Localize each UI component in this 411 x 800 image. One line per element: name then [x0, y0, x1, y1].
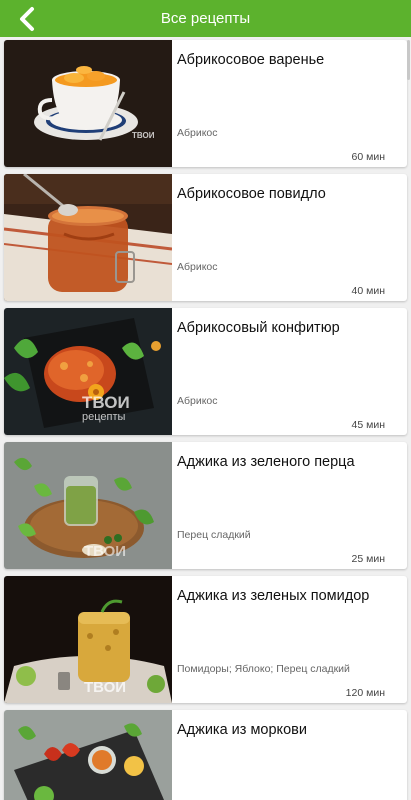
- recipe-card[interactable]: Абрикосовое повидло Абрикос 40 мин: [4, 174, 407, 301]
- recipe-title: Аджика из зеленых помидор: [177, 588, 370, 604]
- recipe-time: 25 мин: [351, 553, 385, 565]
- recipe-card[interactable]: ТВОИ рецепты Абрикосовый конфитюр Абрико…: [4, 308, 407, 435]
- recipe-time: 60 мин: [351, 151, 385, 163]
- recipe-ingredients: Перец сладкий: [177, 529, 251, 541]
- recipe-title: Аджика из моркови: [177, 722, 307, 738]
- watermark: ТВОИ: [132, 131, 155, 140]
- watermark-subtitle: рецепты: [82, 411, 126, 423]
- watermark: ТВОИ: [84, 543, 127, 560]
- watermark: ТВОИ: [84, 679, 127, 696]
- recipe-card[interactable]: Аджика из моркови: [4, 710, 407, 800]
- recipe-thumbnail: ТВОИ: [4, 442, 172, 569]
- recipe-thumbnail: [4, 710, 172, 800]
- recipe-time: 40 мин: [351, 285, 385, 297]
- recipe-card[interactable]: ТВОИ Аджика из зеленого перца Перец слад…: [4, 442, 407, 569]
- back-button[interactable]: [12, 4, 42, 34]
- recipe-list[interactable]: ТВОИ Абрикосовое варенье Абрикос 60 мин: [0, 37, 411, 800]
- recipe-time: 45 мин: [351, 419, 385, 431]
- recipe-thumbnail: [4, 174, 172, 301]
- page-title: Все рецепты: [160, 10, 251, 27]
- recipe-time: 120 мин: [345, 687, 385, 699]
- app-bar: Все рецепты: [0, 0, 411, 37]
- scrollbar[interactable]: [407, 40, 410, 80]
- recipe-title: Абрикосовое повидло: [177, 186, 326, 202]
- recipe-ingredients: Помидоры; Яблоко; Перец сладкий: [177, 663, 350, 675]
- recipe-card[interactable]: ТВОИ Аджика из зеленых помидор Помидоры;…: [4, 576, 407, 703]
- recipe-title: Абрикосовый конфитюр: [177, 320, 340, 336]
- recipe-thumbnail: ТВОИ рецепты: [4, 308, 172, 435]
- recipe-thumbnail: ТВОИ: [4, 40, 172, 167]
- watermark: ТВОИ: [82, 393, 130, 412]
- recipe-card[interactable]: ТВОИ Абрикосовое варенье Абрикос 60 мин: [4, 40, 407, 167]
- recipe-title: Аджика из зеленого перца: [177, 454, 355, 470]
- chevron-left-icon: [20, 7, 34, 31]
- recipe-title: Абрикосовое варенье: [177, 52, 325, 68]
- recipe-ingredients: Абрикос: [177, 127, 218, 139]
- recipe-ingredients: Абрикос: [177, 261, 218, 273]
- recipe-ingredients: Абрикос: [177, 395, 218, 407]
- recipe-thumbnail: ТВОИ: [4, 576, 172, 703]
